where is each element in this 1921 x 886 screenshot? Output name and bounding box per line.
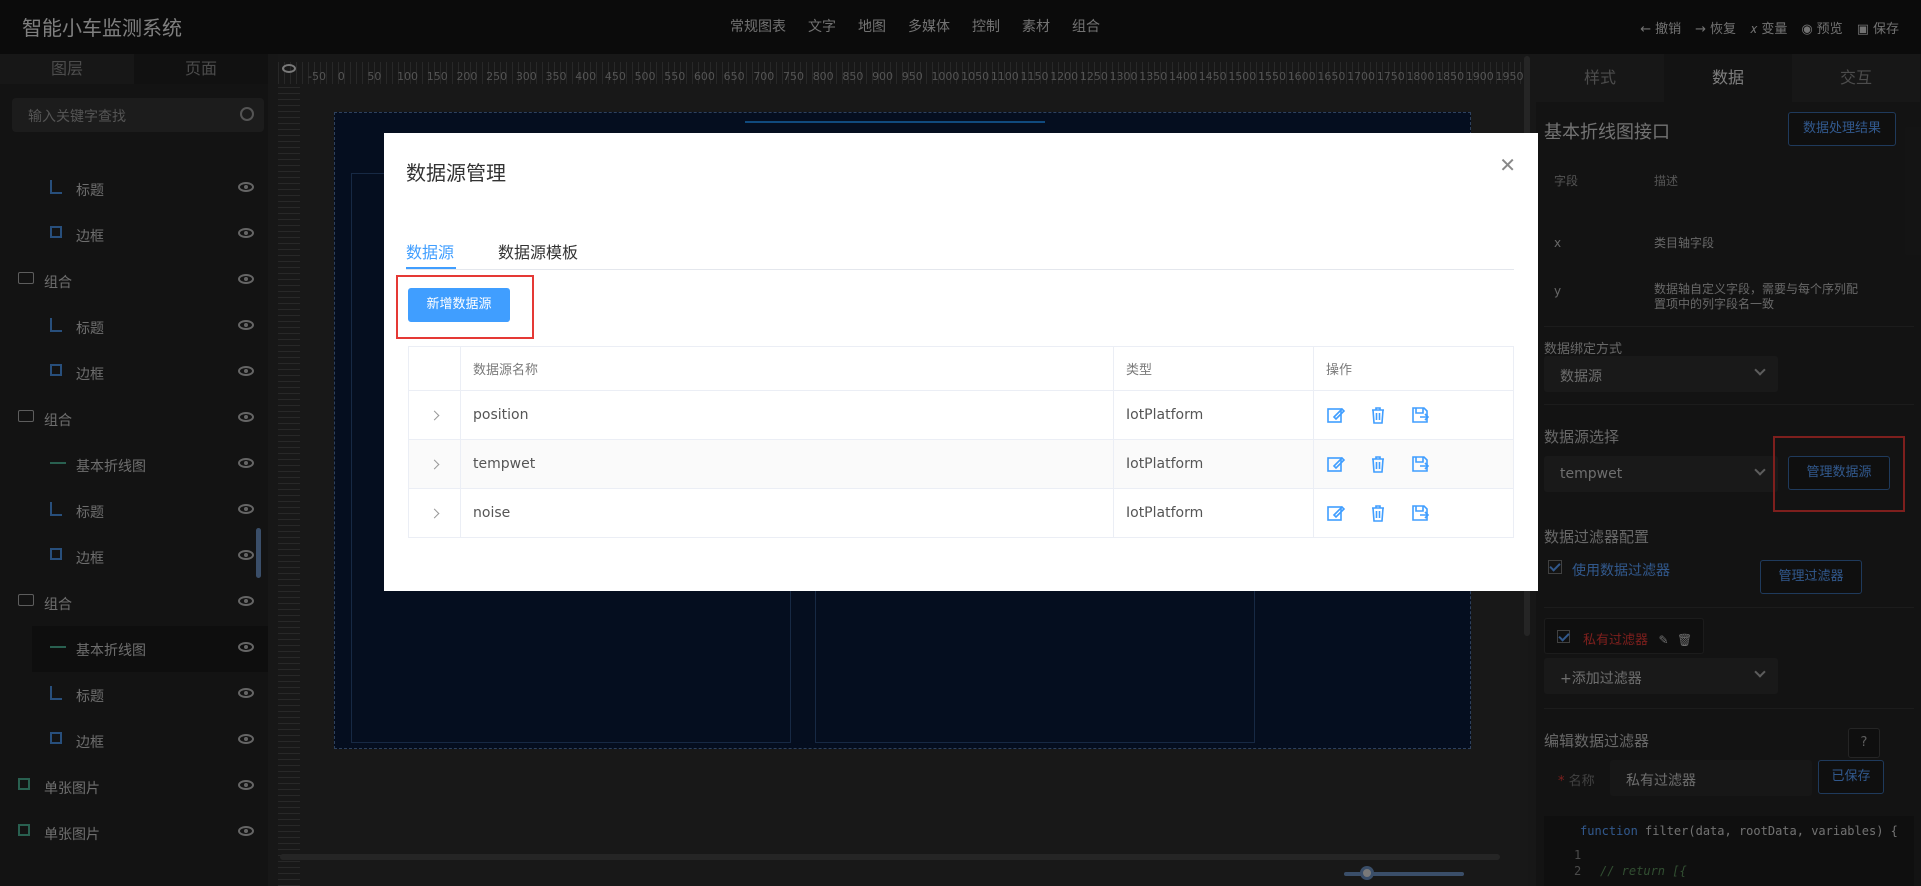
datasource-name: noise (461, 489, 1114, 537)
datasource-modal: 数据源管理 ✕ 数据源 数据源模板 新增数据源 数据源名称 类型 操作 posi… (384, 133, 1538, 591)
add-datasource-button[interactable]: 新增数据源 (408, 288, 510, 322)
expand-row-button[interactable] (409, 391, 461, 439)
table-header: 数据源名称 类型 操作 (409, 347, 1513, 391)
datasource-type: IotPlatform (1114, 391, 1314, 439)
modal-title: 数据源管理 (406, 161, 506, 185)
column-name-header: 数据源名称 (461, 347, 1114, 390)
delete-icon[interactable] (1368, 503, 1388, 523)
active-tab-underline (406, 267, 456, 269)
datasource-type: IotPlatform (1114, 489, 1314, 537)
table-row: noise IotPlatform (409, 489, 1513, 538)
table-row: tempwet IotPlatform (409, 440, 1513, 489)
chevron-right-icon (429, 410, 440, 420)
column-actions-header: 操作 (1326, 363, 1353, 378)
chevron-right-icon (429, 508, 440, 518)
delete-icon[interactable] (1368, 405, 1388, 425)
tab-divider (406, 269, 1514, 270)
chevron-right-icon (429, 459, 440, 469)
datasource-name: position (461, 391, 1114, 439)
row-actions (1314, 391, 1514, 439)
export-icon[interactable] (1410, 503, 1430, 523)
close-icon[interactable]: ✕ (1499, 153, 1516, 177)
edit-icon[interactable] (1326, 454, 1346, 474)
datasource-type: IotPlatform (1114, 440, 1314, 488)
expand-column-header (409, 347, 461, 390)
edit-icon[interactable] (1326, 503, 1346, 523)
table-row: position IotPlatform (409, 391, 1513, 440)
export-icon[interactable] (1410, 454, 1430, 474)
datasource-name: tempwet (461, 440, 1114, 488)
datasource-table: 数据源名称 类型 操作 position IotPlatform tempwet Io… (408, 346, 1514, 538)
row-actions (1314, 489, 1514, 537)
tab-datasource[interactable]: 数据源 (406, 239, 454, 263)
expand-row-button[interactable] (409, 489, 461, 537)
expand-row-button[interactable] (409, 440, 461, 488)
tab-datasource-template[interactable]: 数据源模板 (498, 239, 578, 263)
delete-icon[interactable] (1368, 454, 1388, 474)
edit-icon[interactable] (1326, 405, 1346, 425)
row-actions (1314, 440, 1514, 488)
export-icon[interactable] (1410, 405, 1430, 425)
column-type-header: 类型 (1114, 347, 1314, 390)
table-body: position IotPlatform tempwet IotPlatform noi… (409, 391, 1513, 538)
